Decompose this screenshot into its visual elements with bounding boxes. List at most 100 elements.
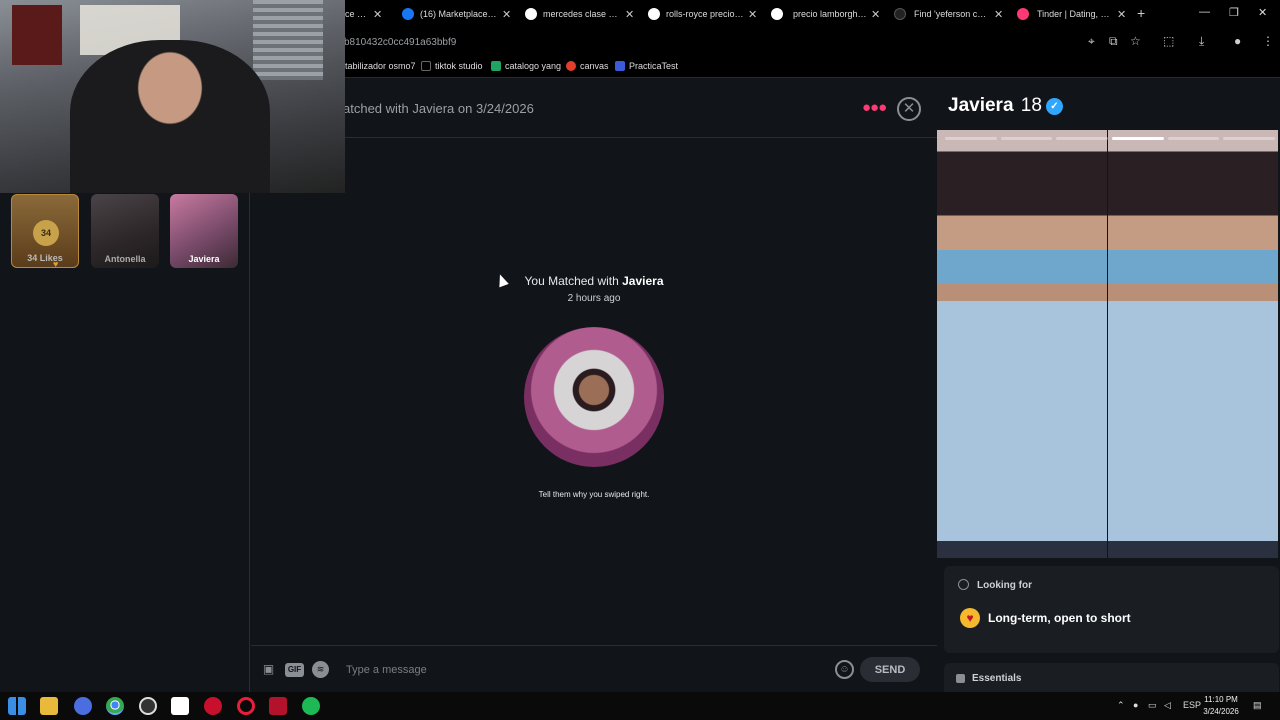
tab-close-icon[interactable]: ✕ [748,8,757,21]
drive-icon [491,61,501,71]
cast-icon[interactable]: ⧉ [1109,34,1118,49]
close-chat-icon[interactable]: ✕ [897,97,921,121]
bookmark-item[interactable]: canvas [566,61,609,71]
profile-photo[interactable] [937,130,1107,558]
window-close-icon[interactable]: ✕ [1258,6,1267,19]
bookmark-item[interactable]: tiktok studio [421,61,483,71]
profile-photo[interactable] [1108,130,1278,558]
tab-0[interactable]: ce - 20 ✕ [345,4,382,24]
windows-start-icon[interactable] [8,697,26,715]
chat-title: atched with Javiera on 3/24/2026 [343,101,534,116]
extensions-icon[interactable]: ⬚ [1163,34,1174,48]
minimize-icon[interactable]: — [1199,6,1210,18]
microphone-icon[interactable]: ● [1133,700,1138,710]
bookmark-label: PracticaTest [629,61,679,71]
video-editor-icon[interactable] [269,697,287,715]
media-icon[interactable] [204,697,222,715]
url-text[interactable]: b810432c0cc491a63bbf9 [344,37,456,48]
tab-5[interactable]: Find 'yeferson cosio ✕ [894,4,1003,24]
match-card-antonella[interactable]: Antonella [91,194,159,268]
bookmark-item[interactable]: catalogo yang [491,61,561,71]
bookmark-label: canvas [580,61,609,71]
tab-label: (16) Marketplace - 20 [420,9,498,19]
notification-icon[interactable]: ▤ [1253,700,1262,711]
likes-count-badge: 34 [33,220,59,246]
network-icon[interactable]: ▭ [1148,700,1157,711]
photo-progress-bar[interactable] [1056,137,1109,140]
tab-2[interactable]: mercedes clase s - Bu ✕ [525,4,634,24]
tab-1[interactable]: (16) Marketplace - 20 ✕ [402,4,511,24]
essentials-icon [956,674,965,683]
essentials-card: Essentials [944,663,1279,692]
photo-progress-bar[interactable] [1167,137,1220,140]
file-explorer-icon[interactable] [40,697,58,715]
swiped-prompt: Tell them why you swiped right. [538,490,650,499]
tab-close-icon[interactable]: ✕ [994,8,1003,21]
heart-eyes-emoji-icon: ♥ [960,608,980,628]
search-icon [958,579,969,590]
photo-progress-bar[interactable] [1000,137,1053,140]
tray-chevron-icon[interactable]: ⌃ [1117,700,1125,711]
webcam-person [70,40,270,193]
looking-for-label: Looking for [977,580,1032,591]
bookmark-label: catalogo yang [505,61,562,71]
matched-name: Javiera [622,274,664,288]
opera-icon[interactable] [237,697,255,715]
tab-close-icon[interactable]: ✕ [502,8,511,21]
photo-progress-bar[interactable] [1112,137,1164,140]
gif-icon[interactable]: GIF [285,663,304,677]
app-icon[interactable] [139,697,157,715]
spotify-taskbar-icon[interactable] [302,697,320,715]
match-time: 2 hours ago [567,293,621,304]
tab-4[interactable]: precio lamborghini u ✕ [771,4,880,24]
contact-card-icon[interactable]: ▣ [260,661,277,678]
send-button[interactable]: SEND [860,657,920,682]
match-avatar[interactable] [524,327,664,467]
tab-close-icon[interactable]: ✕ [625,8,634,21]
tab-close-icon[interactable]: ✕ [871,8,880,21]
match-name: 34 Likes [27,253,63,263]
tinder-icon [1017,8,1029,20]
menu-icon[interactable]: ⋮ [1262,34,1274,48]
volume-icon[interactable]: ◁ [1164,700,1171,711]
profile-avatar-icon[interactable]: ● [1234,34,1241,48]
message-input[interactable] [346,660,806,680]
chrome-profile-icon[interactable] [74,697,92,715]
facebook-icon [402,8,414,20]
profile-age: 18 [1020,95,1042,116]
verified-icon: ✓ [1045,98,1063,115]
tab-label: Find 'yeferson cosio [914,9,990,19]
download-icon[interactable]: ⤓ [1199,34,1204,49]
tab-6-active[interactable]: Tinder | Dating, Make ✕ [1017,4,1126,24]
match-card-javiera[interactable]: Javiera [170,194,238,268]
webcam-overlay [0,0,345,193]
profile-name: Javiera 18 ✓ [948,95,1063,117]
google-icon [648,8,660,20]
bookmark-star-icon[interactable]: ☆ [1130,34,1141,48]
tab-close-icon[interactable]: ✕ [373,8,382,21]
chrome-icon[interactable] [106,697,124,715]
message-composer: ▣ GIF ≋ ☺ SEND [251,645,937,692]
new-tab-button[interactable]: + [1137,5,1145,21]
heart-icon: ♥ [53,259,59,268]
match-name: Antonella [104,254,146,264]
looking-for-card: Looking for ♥ Long-term, open to short [944,566,1279,653]
capcut-icon[interactable] [171,697,189,715]
bookmark-label: tabilizador osmo7 [345,61,416,71]
more-options-icon[interactable]: ●●● [862,99,887,116]
location-icon[interactable]: ⌖ [1088,34,1095,49]
wall-poster [12,5,62,65]
photo-progress-bar[interactable] [945,137,997,140]
system-clock[interactable]: 11:10 PM 3/24/2026 [1198,694,1244,718]
restore-icon[interactable]: ❐ [1229,6,1239,19]
photo-progress-bar[interactable] [1223,137,1276,140]
bookmark-item[interactable]: tabilizador osmo7 [345,61,416,71]
tab-3[interactable]: rolls-royce precio - B ✕ [648,4,757,24]
bookmark-item[interactable]: PracticaTest [615,61,678,71]
emoji-icon[interactable]: ☺ [835,660,854,679]
spotify-icon[interactable]: ≋ [312,661,329,678]
matched-heading: You Matched with Javiera [251,274,937,288]
likes-card[interactable]: 34 34 Likes ♥ [11,194,79,268]
window-blind [253,0,323,80]
tab-close-icon[interactable]: ✕ [1117,8,1126,21]
